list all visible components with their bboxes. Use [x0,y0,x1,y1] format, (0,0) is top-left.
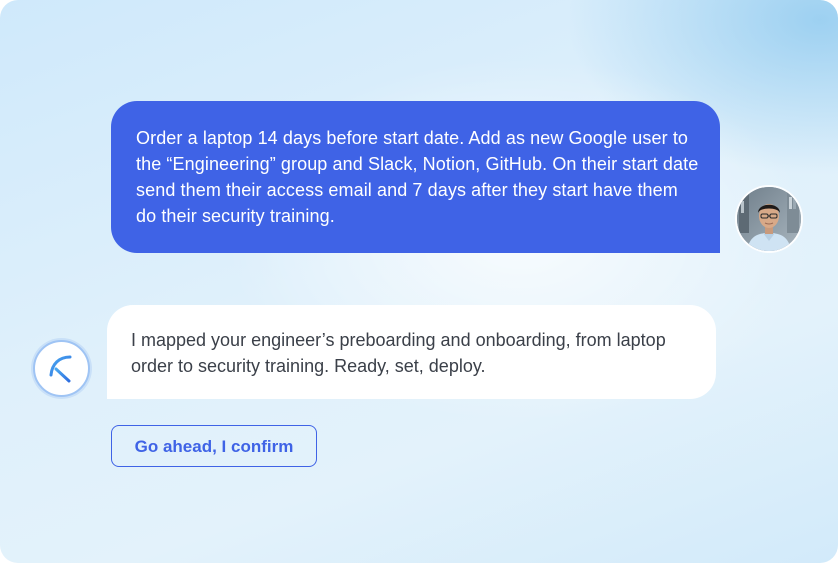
assistant-avatar [33,340,90,397]
user-avatar-photo [737,187,801,251]
assistant-logo-icon [49,355,72,383]
user-avatar [737,187,801,251]
assistant-message-text: I mapped your engineer’s preboarding and… [131,330,666,376]
user-message-bubble: Order a laptop 14 days before start date… [111,101,720,253]
assistant-message-bubble: I mapped your engineer’s preboarding and… [107,305,716,399]
chat-canvas: Order a laptop 14 days before start date… [0,0,838,563]
user-message-text: Order a laptop 14 days before start date… [136,128,699,226]
confirm-button[interactable]: Go ahead, I confirm [111,425,317,467]
